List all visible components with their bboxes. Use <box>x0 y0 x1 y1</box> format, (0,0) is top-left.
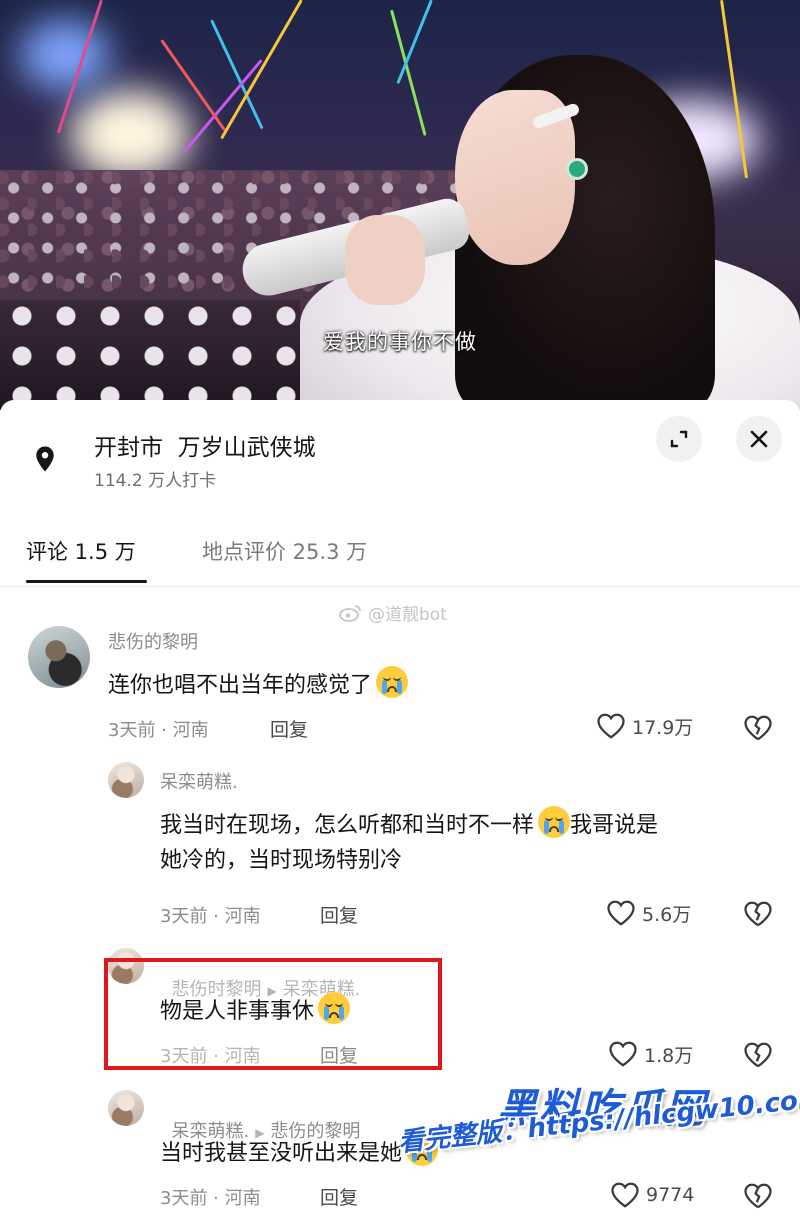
reply-button[interactable]: 回复 <box>320 901 358 928</box>
avatar[interactable] <box>108 762 144 798</box>
minimize-button[interactable] <box>656 416 702 462</box>
tab-active-indicator <box>26 580 147 583</box>
heart-icon <box>607 900 635 926</box>
video-subtitle: 爱我的事你不做 <box>323 330 477 354</box>
heart-icon <box>611 1182 639 1208</box>
stage-light <box>20 20 110 90</box>
heart-icon <box>609 1041 637 1067</box>
comment-text: 我当时在现场，怎么听都和当时不一样 我哥说是 她冷的，当时现场特别冷 <box>160 806 780 879</box>
crying-emoji-icon <box>376 666 409 698</box>
watermark-text: @道靓bot <box>368 605 447 625</box>
avatar[interactable] <box>28 626 90 688</box>
comment-text: 当时我甚至没听出来是她 <box>160 1134 439 1172</box>
checkin-count: 114.2 万人打卡 <box>94 471 217 491</box>
tab-location-reviews[interactable]: 地点评价 25.3 万 <box>202 536 367 566</box>
like-button[interactable]: 1.8万 <box>608 1040 693 1068</box>
location-title[interactable]: 开封市 万岁山武侠城 <box>94 428 316 462</box>
tab-comments[interactable]: 评论 1.5 万 <box>26 536 136 566</box>
comment-meta: 3天前 · 河南 <box>160 1188 261 1209</box>
comment-username[interactable]: 悲伤的黎明 <box>108 628 198 654</box>
like-count: 5.6万 <box>642 903 692 926</box>
divider <box>0 586 800 587</box>
like-count: 9774 <box>646 1184 695 1206</box>
video-player[interactable]: 爱我的事你不做 <box>0 0 800 410</box>
dislike-broken-heart-icon[interactable] <box>743 899 773 929</box>
minimize-icon <box>670 430 688 448</box>
weibo-watermark: @道靓bot <box>338 600 447 625</box>
singer-hand <box>345 215 425 305</box>
in-ear-monitor <box>566 158 588 180</box>
like-count: 1.8万 <box>644 1044 694 1067</box>
reply-button[interactable]: 回复 <box>320 1183 358 1210</box>
stage-light <box>70 90 190 180</box>
heart-icon <box>597 713 625 739</box>
avatar[interactable] <box>108 1090 144 1126</box>
comment-username[interactable]: 呆栾萌糕. <box>160 768 238 794</box>
dislike-broken-heart-icon[interactable] <box>743 713 773 743</box>
like-count: 17.9万 <box>632 716 694 739</box>
comment-text: 连你也唱不出当年的感觉了 <box>108 666 409 704</box>
dislike-broken-heart-icon[interactable] <box>743 1181 773 1211</box>
comment-meta: 3天前 · 河南 <box>108 720 209 741</box>
comment-meta: 3天前 · 河南 <box>160 906 261 927</box>
close-button[interactable] <box>736 416 782 462</box>
dislike-broken-heart-icon[interactable] <box>743 1040 773 1070</box>
reply-button[interactable]: 回复 <box>270 715 308 742</box>
location-pin-icon <box>36 446 54 472</box>
like-button[interactable]: 5.6万 <box>606 899 691 927</box>
highlight-box <box>104 958 442 1070</box>
like-button[interactable]: 17.9万 <box>596 712 693 740</box>
weibo-icon <box>339 604 361 622</box>
close-icon <box>750 430 768 448</box>
like-button[interactable]: 9774 <box>610 1181 694 1209</box>
crying-emoji-icon <box>538 806 571 838</box>
